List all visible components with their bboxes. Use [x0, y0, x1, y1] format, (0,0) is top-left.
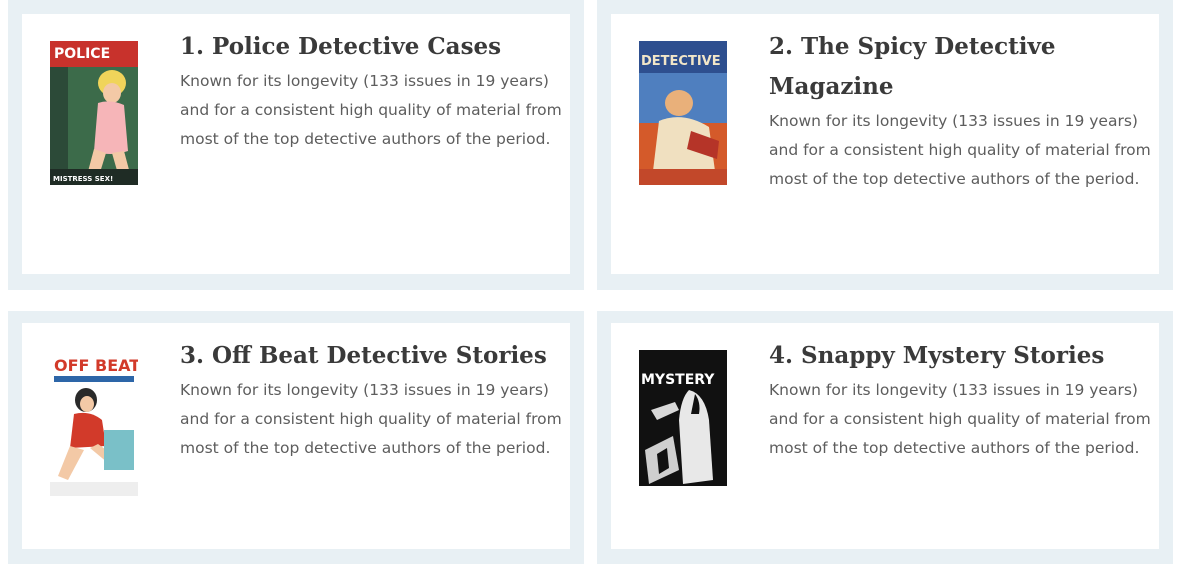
magazine-title[interactable]: 3. Off Beat Detective Stories — [180, 336, 547, 376]
magazine-title[interactable]: 1. Police Detective Cases — [180, 27, 501, 67]
magazine-card-1: POLICE MISTRESS SEX! 1. Police Detective… — [8, 0, 584, 290]
cover-title-text: MYSTERY — [641, 372, 715, 388]
cover-tagline-text: MISTRESS SEX! — [53, 175, 113, 183]
spicy-detective-cover-image[interactable]: DETECTIVE — [639, 41, 727, 185]
off-beat-cover-image[interactable]: OFF BEAT — [50, 350, 138, 496]
magazine-title[interactable]: 2. The Spicy Detective Magazine — [769, 27, 1169, 107]
cover-title-text: POLICE — [54, 46, 110, 62]
cover-title-text: OFF BEAT — [54, 356, 138, 375]
cover-title-text: DETECTIVE — [641, 54, 721, 69]
magazine-description: Known for its longevity (133 issues in 1… — [180, 381, 562, 457]
card-content: DETECTIVE 2. The Spicy Detective Magazin… — [611, 14, 1159, 274]
magazine-card-2: DETECTIVE 2. The Spicy Detective Magazin… — [597, 0, 1173, 290]
magazine-card-3: OFF BEAT 3. Off Beat Detective Stories K… — [8, 311, 584, 564]
magazine-description: Known for its longevity (133 issues in 1… — [769, 381, 1151, 457]
magazine-description: Known for its longevity (133 issues in 1… — [180, 72, 562, 148]
police-details-cover-image[interactable]: POLICE MISTRESS SEX! — [50, 41, 138, 185]
card-content: OFF BEAT 3. Off Beat Detective Stories K… — [22, 323, 570, 549]
magazine-title[interactable]: 4. Snappy Mystery Stories — [769, 336, 1104, 376]
card-content: MYSTERY 4. Snappy Mystery Stories Known … — [611, 323, 1159, 549]
snappy-mystery-cover-image[interactable]: MYSTERY — [639, 350, 727, 496]
magazine-description: Known for its longevity (133 issues in 1… — [769, 112, 1151, 188]
card-content: POLICE MISTRESS SEX! 1. Police Detective… — [22, 14, 570, 274]
magazine-card-4: MYSTERY 4. Snappy Mystery Stories Known … — [597, 311, 1173, 564]
